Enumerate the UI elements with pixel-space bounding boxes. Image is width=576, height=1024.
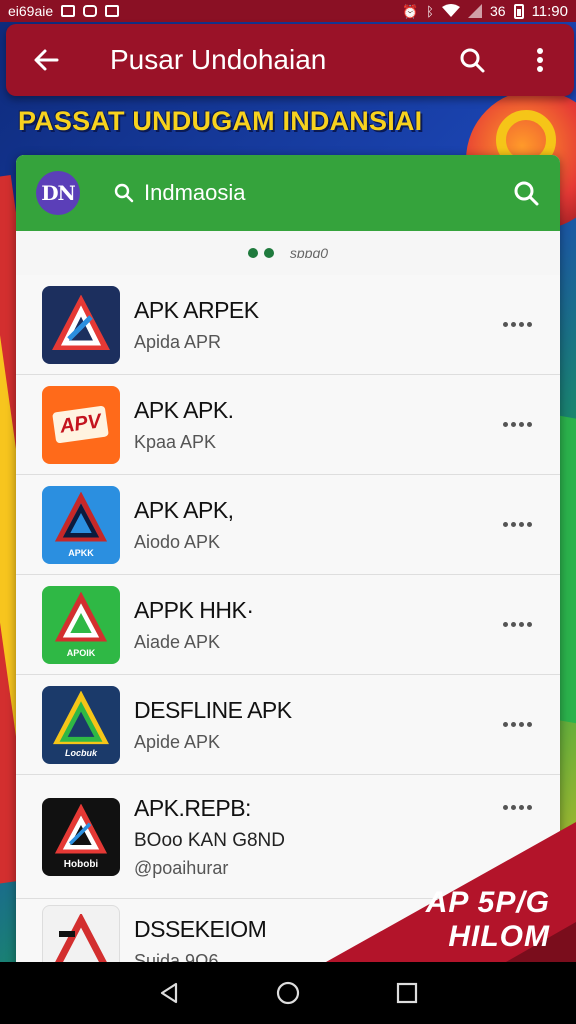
app-title: APK.REPB: — [134, 794, 251, 821]
triangle-logo-icon — [53, 690, 109, 744]
system-nav-bar — [0, 962, 576, 1024]
signal-icon — [467, 4, 482, 18]
promo-line-2: HILOM — [448, 920, 550, 953]
promo-banner[interactable]: AP 5P/G HILOM — [316, 820, 576, 962]
download-icon — [105, 5, 120, 17]
back-triangle-icon — [161, 982, 178, 1004]
triangle-logo-icon — [52, 294, 110, 350]
more-options-button[interactable] — [494, 805, 540, 810]
search-icon — [460, 48, 485, 73]
back-arrow-icon — [34, 49, 59, 71]
more-options-button[interactable] — [494, 522, 540, 527]
more-options-button[interactable] — [494, 422, 540, 427]
battery-icon — [513, 3, 524, 19]
app-title: APK APK, — [134, 496, 234, 523]
search-query: Indmaosia — [144, 180, 246, 205]
nav-home-button[interactable] — [268, 973, 308, 1013]
status-bar: ei69aie ⏰ ᛒ 36 11:90 — [0, 0, 576, 22]
wifi-icon — [441, 4, 460, 17]
list-item[interactable]: APV APK APK. Kpaa APK — [16, 375, 560, 475]
page-dot[interactable] — [263, 248, 274, 258]
more-vert-icon — [537, 48, 543, 72]
app-icon-label: Hobobi — [63, 858, 99, 870]
recents-square-icon — [396, 982, 417, 1004]
search-header: DN Indmaosia — [16, 155, 560, 231]
app-icon-label: APV — [52, 405, 110, 444]
app-icon: APKK — [42, 485, 120, 564]
search-button[interactable] — [438, 24, 506, 96]
app-subtitle: Aiade APK — [134, 631, 221, 652]
nav-recents-button[interactable] — [387, 973, 427, 1013]
notification-icon — [61, 5, 76, 17]
nav-back-button[interactable] — [149, 973, 189, 1013]
app-title: APK ARPEK — [134, 296, 259, 323]
triangle-logo-icon — [54, 591, 108, 641]
list-item[interactable]: APOIK APPK HHK· Aiade APK — [16, 575, 560, 675]
more-options-button[interactable] — [494, 722, 540, 727]
app-icon-label: APOIK — [66, 647, 96, 658]
app-icon: APOIK — [42, 585, 120, 664]
list-item[interactable]: Locbuk DESFLINE APK Apide APK — [16, 675, 560, 775]
alarm-icon: ⏰ — [401, 3, 419, 19]
promo-line-1: AP 5P/G — [425, 886, 550, 919]
app-subtitle: Kpaa APK — [134, 431, 217, 452]
search-input[interactable]: Indmaosia — [80, 180, 506, 206]
page-dot[interactable] — [247, 248, 258, 258]
app-title: DESFLINE APK — [134, 696, 292, 723]
status-carrier-text: ei69aie — [8, 3, 54, 19]
app-title: APPK HHK· — [134, 596, 254, 623]
banner-heading: PASSAT UNDUGAM INDANSIAI — [18, 106, 423, 136]
clock: 11:90 — [531, 2, 568, 20]
search-icon — [514, 181, 539, 206]
list-item[interactable]: APK ARPEK Apida APR — [16, 275, 560, 375]
app-icon-label: APKK — [68, 547, 94, 558]
app-icon: Hobobi — [42, 797, 120, 876]
app-icon: APV — [42, 385, 120, 464]
more-options-button[interactable] — [494, 322, 540, 327]
more-options-button[interactable] — [494, 622, 540, 627]
search-small-icon — [114, 183, 134, 203]
app-subtitle: Aiodo APK — [134, 531, 221, 552]
app-subtitle: Apida APR — [134, 331, 222, 352]
app-title: Pusar Undohaian — [110, 44, 327, 75]
network-label: 36 — [489, 3, 506, 19]
overflow-menu-button[interactable] — [506, 24, 574, 96]
app-title: APK APK. — [134, 396, 234, 423]
triangle-logo-icon — [54, 491, 108, 541]
app-bar: Pusar Undohaian — [6, 24, 574, 96]
list-item[interactable]: APKK APK APK, Aiodo APK — [16, 475, 560, 575]
page-indicator-label: sɒɒɑ0 — [289, 245, 329, 261]
app-icon: Locbuk — [42, 685, 120, 764]
page-indicator: sɒɒɑ0 — [16, 231, 560, 275]
app-icon-label: Locbuk — [64, 747, 97, 758]
app-icon — [42, 285, 120, 364]
triangle-logo-icon — [54, 803, 108, 853]
bluetooth-icon: ᛒ — [426, 3, 434, 19]
search-submit-button[interactable] — [506, 173, 546, 213]
app-subtitle: Apide APK — [134, 731, 221, 752]
home-circle-icon — [276, 981, 300, 1005]
back-button[interactable] — [6, 24, 86, 96]
brand-logo[interactable]: DN — [36, 171, 80, 215]
camera-icon — [83, 5, 98, 17]
